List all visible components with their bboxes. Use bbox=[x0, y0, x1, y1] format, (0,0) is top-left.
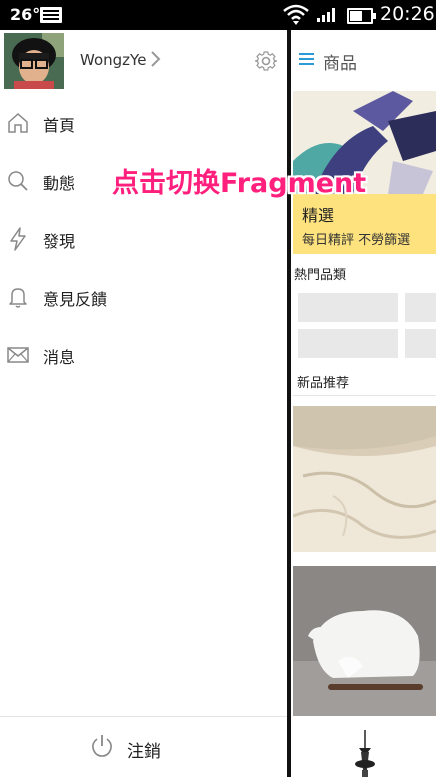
navigation-drawer: WongzYe 首頁 動態 發現 意見反饋 消息 注銷 bbox=[0, 30, 287, 777]
lightning-icon bbox=[10, 227, 26, 251]
wifi-icon bbox=[283, 4, 309, 25]
category-tile[interactable] bbox=[405, 293, 436, 322]
menu-item-label: 消息 bbox=[43, 348, 76, 367]
featured-title: 精選 bbox=[302, 206, 335, 225]
logout-label: 注銷 bbox=[127, 742, 161, 762]
product-photo-bedding[interactable] bbox=[293, 406, 436, 552]
menu-item-label: 發現 bbox=[43, 232, 76, 251]
menu-item-messages[interactable]: 消息 bbox=[0, 325, 287, 383]
category-section-title: 熱門品類 bbox=[294, 268, 347, 283]
divider bbox=[293, 395, 436, 396]
username: WongzYe bbox=[80, 51, 147, 69]
category-tile[interactable] bbox=[405, 329, 436, 358]
battery-icon bbox=[347, 8, 376, 24]
power-icon bbox=[92, 735, 112, 757]
profile-header[interactable]: WongzYe bbox=[0, 30, 287, 90]
product-photo-bear-lamp[interactable] bbox=[293, 566, 436, 716]
category-tile[interactable] bbox=[298, 293, 398, 322]
hamburger-menu-icon[interactable] bbox=[299, 53, 314, 65]
status-bar: 26° 20:26 bbox=[0, 0, 436, 30]
logout-button[interactable]: 注銷 bbox=[0, 717, 287, 777]
mail-icon bbox=[7, 347, 29, 363]
menu-item-label: 動態 bbox=[43, 174, 76, 193]
main-content[interactable]: 商品 精選 每日精評 不勞篩選 熱門品類 新品推荐 bbox=[291, 30, 436, 777]
avatar[interactable] bbox=[4, 33, 64, 89]
signal-icon bbox=[317, 8, 335, 22]
menu-item-label: 首頁 bbox=[43, 116, 76, 135]
search-icon bbox=[8, 171, 28, 191]
news-icon bbox=[40, 7, 62, 23]
page-title: 商品 bbox=[323, 54, 357, 74]
home-icon bbox=[8, 112, 28, 133]
settings-gear-icon[interactable] bbox=[254, 49, 278, 73]
clock: 20:26 bbox=[380, 3, 435, 25]
bell-icon bbox=[9, 288, 27, 308]
featured-subtitle: 每日精評 不勞篩選 bbox=[302, 233, 411, 248]
featured-banner[interactable]: 精選 每日精評 不勞篩選 bbox=[293, 194, 436, 254]
category-tile[interactable] bbox=[298, 329, 398, 358]
menu-item-label: 意見反饋 bbox=[43, 290, 108, 309]
menu-item-feedback[interactable]: 意見反饋 bbox=[0, 267, 287, 325]
chevron-right-icon bbox=[151, 51, 161, 67]
new-products-section-title: 新品推荐 bbox=[297, 376, 350, 391]
content-toolbar: 商品 bbox=[291, 30, 436, 88]
menu-item-home[interactable]: 首頁 bbox=[0, 93, 287, 151]
menu-item-discover[interactable]: 發現 bbox=[0, 209, 287, 267]
product-photo-tower[interactable] bbox=[293, 730, 436, 777]
tap-hint-overlay: 点击切换Fragment bbox=[112, 168, 367, 199]
temperature: 26° bbox=[10, 5, 41, 24]
